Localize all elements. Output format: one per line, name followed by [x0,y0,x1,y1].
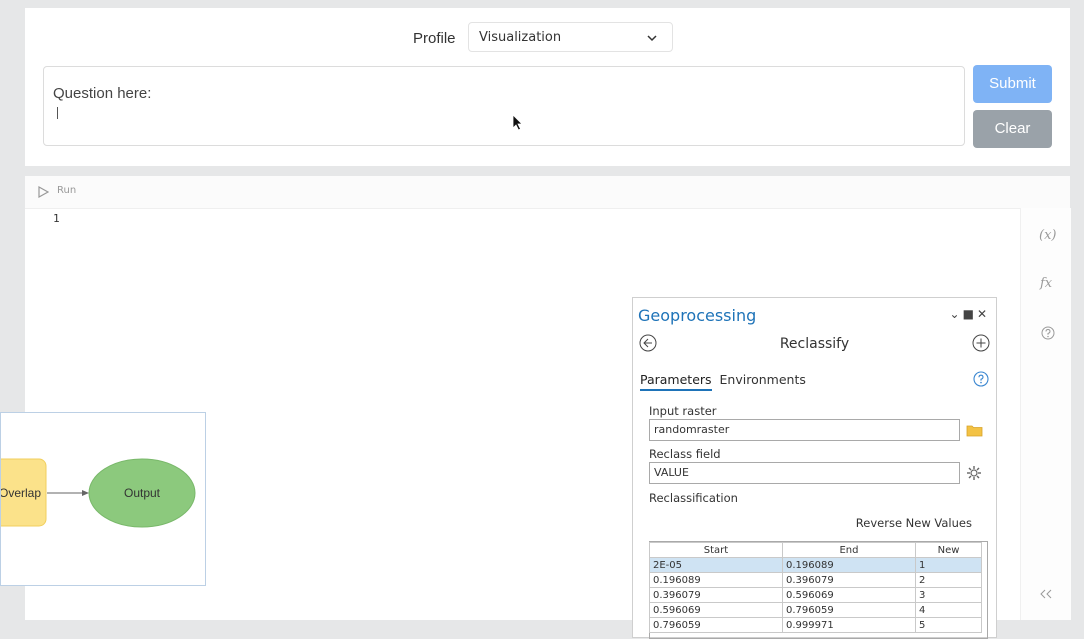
mouse-pointer-icon [512,114,523,131]
close-icon[interactable]: ✕ [977,307,990,321]
cell-end[interactable]: 0.796059 [782,602,916,618]
tab-environments[interactable]: Environments [720,372,806,387]
geoprocessing-title: Geoprocessing [638,306,757,325]
profile-select[interactable]: Visualization [468,22,673,52]
reclass-field-label: Reclass field [649,447,721,461]
reclassification-label: Reclassification [649,491,738,505]
profile-label: Profile [413,30,456,47]
profile-select-value: Visualization [479,30,562,45]
window-controls: ⌄■✕ [950,307,990,321]
cell-start[interactable]: 2E-05 [649,557,783,573]
cell-new[interactable]: 5 [915,617,982,633]
clear-button[interactable]: Clear [973,110,1052,148]
cell-new[interactable]: 4 [915,602,982,618]
cell-start[interactable]: 0.796059 [649,617,783,633]
cell-new[interactable]: 3 [915,587,982,603]
collapse-left-icon[interactable] [1039,588,1053,600]
cell-start[interactable]: 0.596069 [649,602,783,618]
arrowhead [82,490,89,496]
input-raster-label: Input raster [649,404,717,418]
chevron-down-icon [647,35,657,42]
help-circle-icon[interactable] [1041,326,1055,340]
play-icon[interactable] [37,186,49,198]
add-circle-icon[interactable] [972,334,990,352]
question-input[interactable]: Question here: [43,66,965,146]
run-toolbar: Run [25,176,1070,209]
col-header-new[interactable]: New [915,542,982,558]
cell-end[interactable]: 0.196089 [782,557,916,573]
question-label: Question here: [53,85,152,102]
cell-new[interactable]: 1 [915,557,982,573]
table-row[interactable]: 0.196089 0.396079 2 [649,572,982,588]
table-row[interactable]: 0.396079 0.596069 3 [649,587,982,603]
cell-start[interactable]: 0.196089 [649,572,783,588]
tab-parameters[interactable]: Parameters [640,372,712,391]
gear-icon[interactable] [966,465,982,481]
input-raster-field[interactable]: randomraster [649,419,960,441]
table-row[interactable]: 0.796059 0.999971 5 [649,617,982,633]
geoprocessing-pane: Geoprocessing ⌄■✕ Reclassify Parameters … [632,297,997,639]
variables-icon[interactable]: (x) [1039,228,1056,243]
cell-end[interactable]: 0.396079 [782,572,916,588]
query-panel: Profile Visualization Question here: Sub… [25,8,1070,166]
model-diagram-canvas: Overlap Output [0,458,196,528]
geo-tabs: Parameters Environments [640,372,806,391]
col-header-start[interactable]: Start [649,542,783,558]
help-icon[interactable] [973,371,989,387]
output-node-label: Output [124,486,161,500]
table-row[interactable]: 2E-05 0.196089 1 [649,557,982,573]
model-diagram: Overlap Output [0,412,206,586]
reverse-new-values-button[interactable]: Reverse New Values [856,516,972,530]
dropdown-icon[interactable]: ⌄ [950,307,963,321]
reclass-field-select[interactable]: VALUE [649,462,960,484]
cell-end[interactable]: 0.999971 [782,617,916,633]
run-button-label[interactable]: Run [57,185,76,196]
cell-start[interactable]: 0.396079 [649,587,783,603]
functions-icon[interactable]: fx [1040,276,1052,291]
tool-title: Reclassify [779,336,850,352]
reclass-table[interactable]: Start End New 2E-05 0.196089 1 0.196089 … [649,542,982,633]
cell-new[interactable]: 2 [915,572,982,588]
submit-button[interactable]: Submit [973,65,1052,103]
table-row[interactable]: 0.596069 0.796059 4 [649,602,982,618]
col-header-end[interactable]: End [782,542,916,558]
cell-end[interactable]: 0.596069 [782,587,916,603]
text-caret [57,107,58,119]
overlap-node-label: Overlap [1,486,41,500]
folder-icon[interactable] [966,423,984,437]
line-number: 1 [53,212,60,225]
maximize-icon[interactable]: ■ [963,307,977,321]
side-toolbar: (x) fx [1020,208,1071,620]
